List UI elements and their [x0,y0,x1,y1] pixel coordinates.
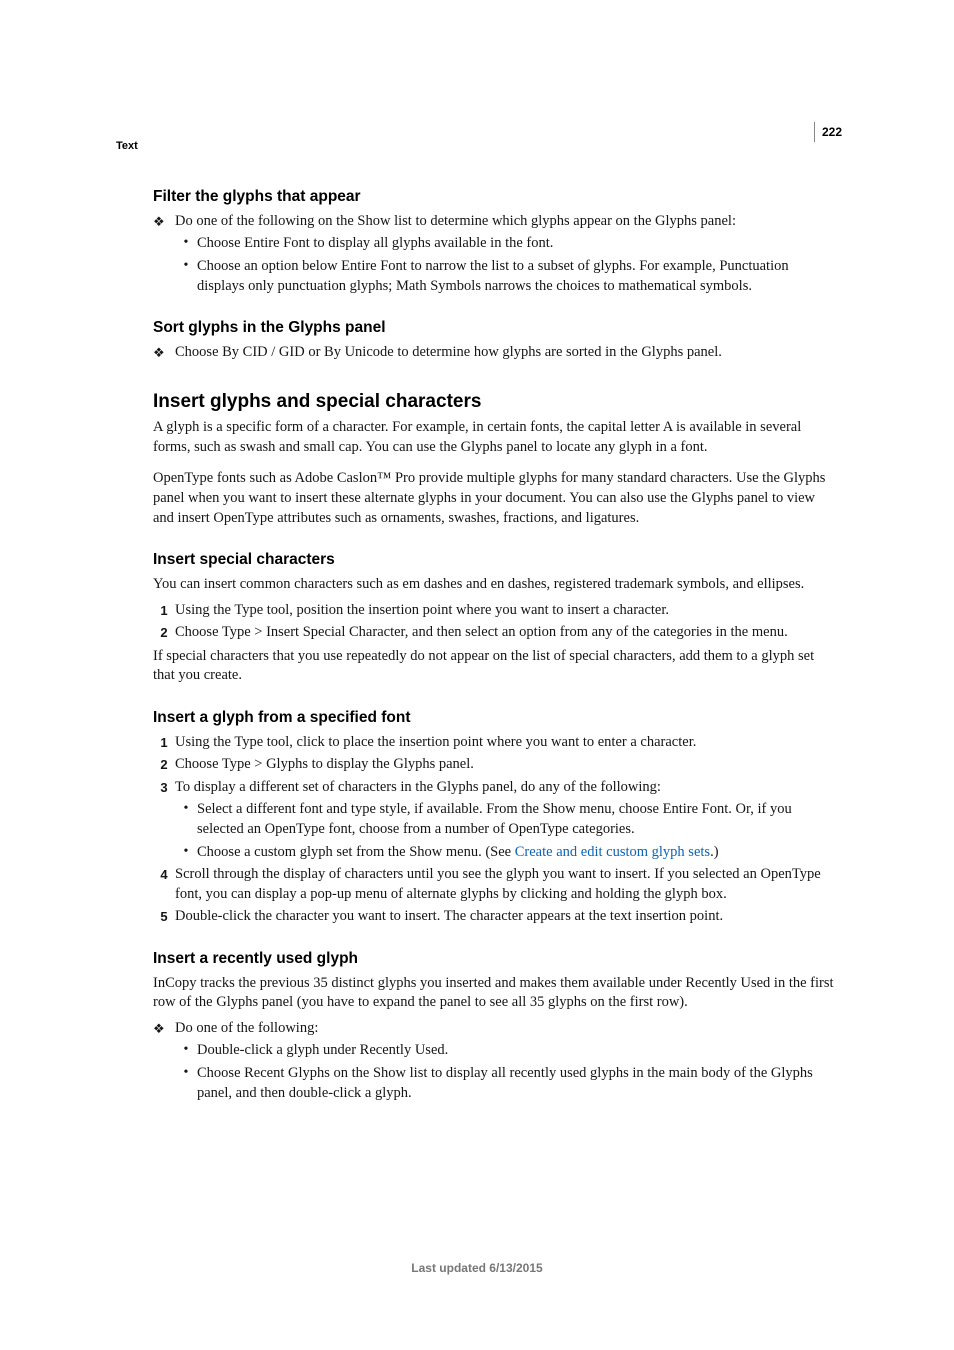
body-text: Double-click the character you want to i… [175,907,838,927]
step-number: 1 [153,733,175,753]
body-text: Scroll through the display of characters… [175,865,838,904]
list-item: 4 Scroll through the display of characte… [153,865,838,904]
list-item: • Choose Recent Glyphs on the Show list … [175,1064,838,1103]
body-text-span: .) [710,844,718,860]
body-text: Choose Type > Glyphs to display the Glyp… [175,755,838,775]
list-item: ❖ Do one of the following: [153,1019,838,1039]
list-item: 1 Using the Type tool, position the inse… [153,601,838,621]
bullet-marker: • [175,257,197,296]
document-page: 222 Text Filter the glyphs that appear ❖… [0,0,954,1350]
list-item: 3 To display a different set of characte… [153,778,838,798]
list-item: ❖ Choose By CID / GID or By Unicode to d… [153,343,838,363]
diamond-marker: ❖ [153,1019,175,1039]
list-item: • Select a different font and type style… [175,800,838,839]
body-text: Choose a custom glyph set from the Show … [197,843,838,863]
bullet-marker: • [175,1041,197,1061]
list-item: • Choose Entire Font to display all glyp… [175,234,838,254]
bullet-marker: • [175,234,197,254]
list-item: ❖ Do one of the following on the Show li… [153,212,838,232]
heading-insert-special: Insert special characters [153,550,838,571]
body-text: Choose Entire Font to display all glyphs… [197,234,838,254]
heading-sort-glyphs: Sort glyphs in the Glyphs panel [153,318,838,339]
body-text: Select a different font and type style, … [197,800,838,839]
diamond-marker: ❖ [153,212,175,232]
list-item: 5 Double-click the character you want to… [153,907,838,927]
list-item: • Choose an option below Entire Font to … [175,257,838,296]
bullet-marker: • [175,1064,197,1103]
link-create-glyph-sets[interactable]: Create and edit custom glyph sets [515,844,710,860]
bullet-marker: • [175,800,197,839]
body-text: To display a different set of characters… [175,778,838,798]
diamond-marker: ❖ [153,343,175,363]
list-item: 1 Using the Type tool, click to place th… [153,733,838,753]
step-number: 5 [153,907,175,927]
list-item: 2 Choose Type > Glyphs to display the Gl… [153,755,838,775]
list-item: • Double-click a glyph under Recently Us… [175,1041,838,1061]
footer-last-updated: Last updated 6/13/2015 [0,1261,954,1275]
heading-insert-glyphs: Insert glyphs and special characters [153,389,838,415]
body-text: Choose Recent Glyphs on the Show list to… [197,1064,838,1103]
body-text: Do one of the following: [175,1019,838,1039]
body-text: OpenType fonts such as Adobe Caslon™ Pro… [153,469,838,528]
body-text: Using the Type tool, click to place the … [175,733,838,753]
body-text: Double-click a glyph under Recently Used… [197,1041,838,1061]
body-text: Do one of the following on the Show list… [175,212,838,232]
body-text: A glyph is a specific form of a characte… [153,418,838,457]
body-text: You can insert common characters such as… [153,575,838,595]
step-number: 3 [153,778,175,798]
page-content: Filter the glyphs that appear ❖ Do one o… [153,187,838,1103]
body-text: Choose an option below Entire Font to na… [197,257,838,296]
step-number: 2 [153,623,175,643]
bullet-marker: • [175,843,197,863]
body-text: If special characters that you use repea… [153,647,838,686]
list-item: 2 Choose Type > Insert Special Character… [153,623,838,643]
body-text: Choose By CID / GID or By Unicode to det… [175,343,838,363]
heading-filter-glyphs: Filter the glyphs that appear [153,187,838,208]
step-number: 4 [153,865,175,904]
page-number: 222 [814,122,842,142]
breadcrumb: Text [116,140,138,152]
step-number: 1 [153,601,175,621]
list-item: • Choose a custom glyph set from the Sho… [175,843,838,863]
body-text: Using the Type tool, position the insert… [175,601,838,621]
heading-recently-used: Insert a recently used glyph [153,949,838,970]
body-text-span: Choose a custom glyph set from the Show … [197,844,515,860]
body-text: Choose Type > Insert Special Character, … [175,623,838,643]
heading-insert-from-font: Insert a glyph from a specified font [153,708,838,729]
body-text: InCopy tracks the previous 35 distinct g… [153,974,838,1013]
step-number: 2 [153,755,175,775]
